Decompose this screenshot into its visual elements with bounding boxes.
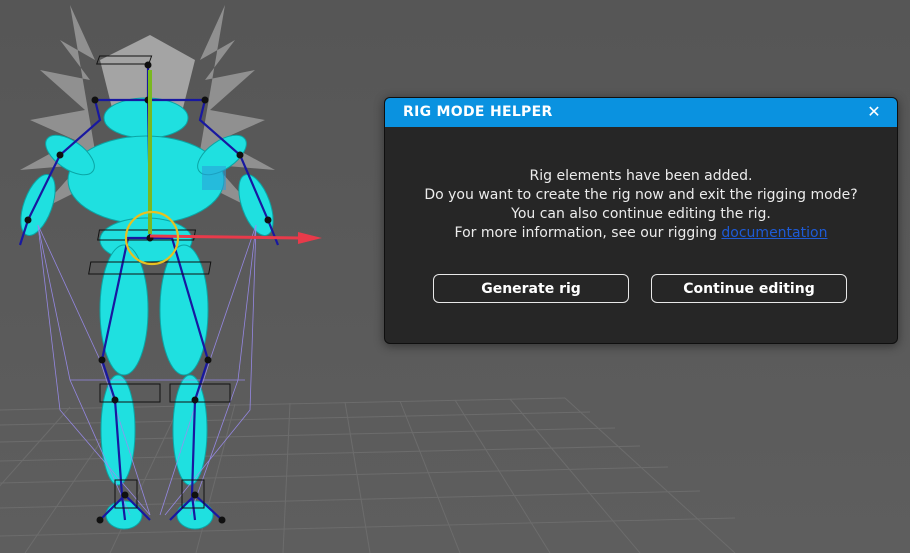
continue-editing-button[interactable]: Continue editing [651, 274, 847, 303]
dialog-title: RIG MODE HELPER [403, 104, 553, 120]
documentation-link[interactable]: documentation [721, 225, 827, 241]
message-line-1: Rig elements have been added. [529, 168, 753, 184]
close-icon[interactable]: ✕ [865, 102, 883, 122]
message-line-2: Do you want to create the rig now and ex… [424, 187, 858, 203]
generate-rig-button[interactable]: Generate rig [433, 274, 629, 303]
info-prefix: For more information, see our rigging [454, 225, 722, 241]
message-line-4: For more information, see our rigging do… [385, 224, 897, 243]
dialog-header: RIG MODE HELPER ✕ [385, 98, 897, 127]
dialog-message: Rig elements have been added. Do you wan… [385, 127, 897, 243]
message-line-3: You can also continue editing the rig. [511, 206, 771, 222]
rig-mode-helper-dialog: RIG MODE HELPER ✕ Rig elements have been… [384, 97, 898, 344]
